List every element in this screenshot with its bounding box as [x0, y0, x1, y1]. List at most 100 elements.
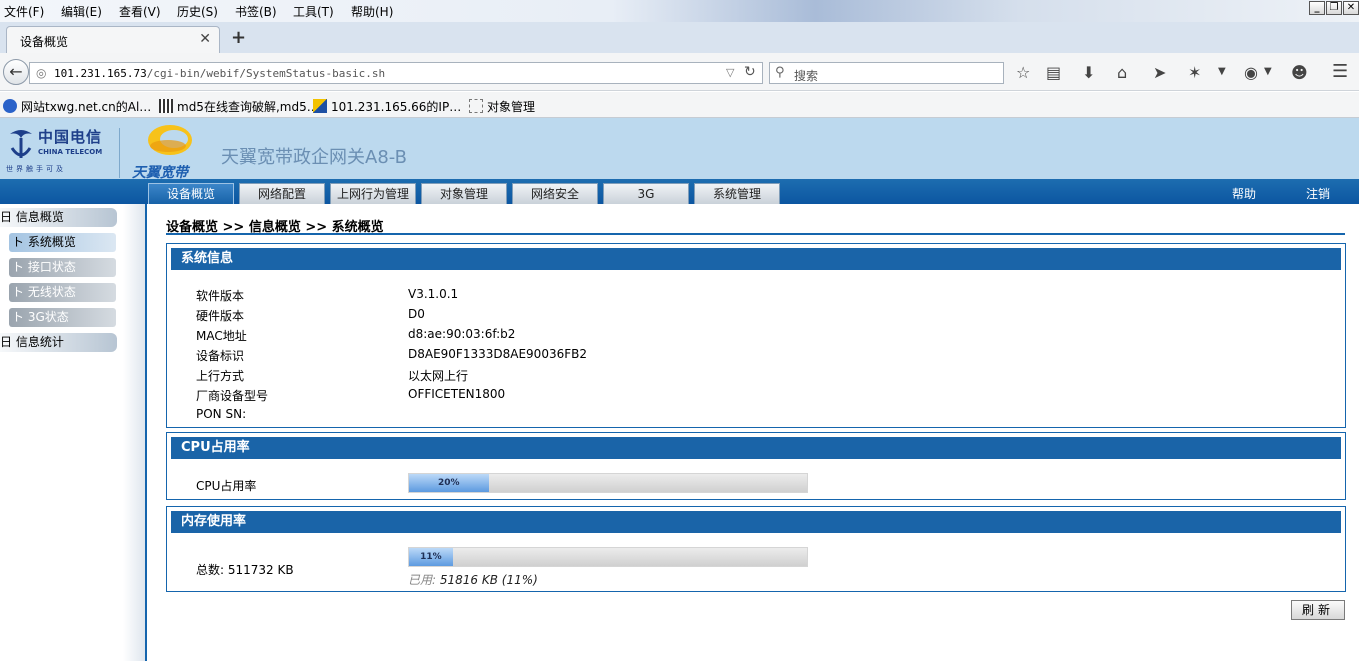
memory-used-value: 51816 KB (11%) — [439, 573, 538, 587]
memory-progress-bar: 11% — [408, 547, 808, 567]
site-info-icon[interactable]: ◎ — [36, 66, 46, 80]
main-nav: 设备概览 网络配置 上网行为管理 对象管理 网络安全 3G 系统管理 帮助 注销 — [0, 179, 1359, 204]
chat-icon[interactable]: ☻ — [1291, 63, 1308, 82]
info-label: PON SN: — [196, 407, 247, 421]
logout-link[interactable]: 注销 — [1306, 185, 1330, 202]
cpu-label: CPU占用率 — [196, 479, 257, 493]
sidebar-gradient — [123, 204, 145, 661]
menu-file[interactable]: 文件(F) — [4, 3, 44, 20]
sidebar-item-wireless-status[interactable]: ト 无线状态 — [9, 283, 116, 302]
search-placeholder: 搜索 — [794, 69, 819, 83]
info-label: 软件版本 — [196, 289, 245, 303]
search-icon: ⚲ — [775, 65, 785, 80]
sidebar-item-interface-status[interactable]: ト 接口状态 — [9, 258, 116, 277]
reading-list-icon[interactable]: ▤ — [1046, 63, 1061, 82]
tab-system-management[interactable]: 系统管理 — [694, 183, 780, 204]
tab-object-management[interactable]: 对象管理 — [421, 183, 507, 204]
tab-network-config[interactable]: 网络配置 — [239, 183, 325, 204]
help-link[interactable]: 帮助 — [1232, 185, 1256, 202]
close-tab-icon[interactable]: ✕ — [199, 31, 211, 47]
info-value: 以太网上行 — [408, 369, 469, 383]
tab-title: 设备概览 — [20, 35, 69, 49]
menu-edit[interactable]: 编辑(E) — [61, 3, 102, 20]
navigation-bar: ← ◎ 101.231.165.73/cgi-bin/webif/SystemS… — [0, 53, 1359, 91]
brand-slogan: 世界触手可及 — [6, 165, 66, 173]
hamburger-menu-icon[interactable]: ☰ — [1332, 61, 1348, 82]
info-value: V3.1.0.1 — [408, 287, 459, 301]
tab-network-security[interactable]: 网络安全 — [512, 183, 598, 204]
privacy-icon[interactable]: ◉ — [1244, 63, 1258, 82]
menu-bookmarks[interactable]: 书签(B) — [235, 3, 277, 20]
back-button[interactable]: ← — [3, 59, 29, 85]
bookmark-favicon-icon — [313, 99, 327, 113]
bookmark-label: 网站txwg.net.cn的Al… — [21, 100, 152, 114]
bookmark-label: 101.231.165.66的IP… — [331, 100, 462, 114]
sidebar: 日 信息概览 ト 系统概览 ト 接口状态 ト 无线状态 ト 3G状态 日 信息统… — [0, 204, 147, 661]
close-window-button[interactable]: ✕ — [1343, 1, 1359, 15]
restore-button[interactable]: ❐ — [1326, 1, 1342, 15]
bookmark-star-icon[interactable]: ☆ — [1016, 63, 1030, 82]
panel-title: CPU占用率 — [171, 437, 1341, 459]
memory-used: 已用: 51816 KB (11%) — [408, 571, 538, 588]
memory-percent-text: 11% — [420, 552, 442, 562]
cpu-percent-text: 20% — [438, 478, 460, 488]
home-icon[interactable]: ⌂ — [1117, 63, 1127, 82]
tab-strip: 设备概览 ✕ + — [0, 22, 1359, 53]
bookmark-label: 对象管理 — [487, 100, 536, 114]
address-bar[interactable]: ◎ 101.231.165.73/cgi-bin/webif/SystemSta… — [29, 62, 763, 84]
menu-tools[interactable]: 工具(T) — [293, 3, 334, 20]
tab-3g[interactable]: 3G — [603, 183, 689, 204]
bookmark-item[interactable]: 对象管理 — [469, 98, 535, 115]
china-telecom-emblem-icon — [10, 130, 32, 158]
sidebar-group-info-overview[interactable]: 日 信息概览 — [0, 208, 117, 227]
tianyi-swirl-icon — [148, 125, 192, 155]
sidebar-group-info-statistics[interactable]: 日 信息统计 — [0, 333, 117, 352]
bookmark-label: md5在线查询破解,md5… — [177, 100, 319, 114]
info-value: D8AE90F1333D8AE90036FB2 — [408, 347, 587, 361]
extension-dropdown-icon[interactable]: ▼ — [1218, 66, 1226, 77]
info-label: 设备标识 — [196, 349, 245, 363]
url-dropdown-icon[interactable]: ▽ — [726, 66, 734, 79]
cpu-progress-bar: 20% — [408, 473, 808, 493]
bookmark-item[interactable]: 101.231.165.66的IP… — [313, 98, 461, 115]
bookmark-favicon-icon — [159, 99, 173, 113]
sidebar-item-3g-status[interactable]: ト 3G状态 — [9, 308, 116, 327]
send-icon[interactable]: ➤ — [1153, 63, 1166, 82]
menu-history[interactable]: 历史(S) — [177, 3, 218, 20]
banner-divider — [119, 128, 120, 178]
back-arrow-icon: ← — [9, 62, 23, 81]
info-value: d8:ae:90:03:6f:b2 — [408, 327, 516, 341]
info-label: MAC地址 — [196, 329, 247, 343]
new-tab-button[interactable]: + — [231, 27, 246, 48]
panel-title: 系统信息 — [171, 248, 1341, 270]
info-label: 厂商设备型号 — [196, 389, 269, 403]
tab-device-overview[interactable]: 设备概览 — [148, 183, 234, 204]
minimize-button[interactable]: _ — [1309, 1, 1325, 15]
brand-en: CHINA TELECOM — [38, 148, 103, 156]
url-text: 101.231.165.73/cgi-bin/webif/SystemStatu… — [54, 67, 385, 80]
reload-icon[interactable]: ↻ — [744, 64, 756, 80]
cpu-panel: CPU占用率 CPU占用率 20% — [166, 432, 1346, 500]
sidebar-item-system-overview[interactable]: ト 系统概览 — [9, 233, 116, 252]
bookmark-item[interactable]: md5在线查询破解,md5… — [159, 98, 319, 115]
browser-tab[interactable]: 设备概览 ✕ — [6, 26, 220, 53]
menu-view[interactable]: 查看(V) — [119, 3, 161, 20]
privacy-dropdown-icon[interactable]: ▼ — [1264, 66, 1272, 77]
bookmark-item[interactable]: 网站txwg.net.cn的Al… — [3, 98, 151, 115]
bookmarks-bar: 网站txwg.net.cn的Al… md5在线查询破解,md5… 101.231… — [0, 92, 1359, 118]
menu-help[interactable]: 帮助(H) — [351, 3, 393, 20]
router-page: 中国电信 CHINA TELECOM 世界触手可及 天翼宽带 天翼宽带政企网关A… — [0, 118, 1359, 661]
info-value: D0 — [408, 307, 425, 321]
memory-panel: 内存使用率 总数: 511732 KB 11% 已用: 51816 KB (11… — [166, 506, 1346, 592]
china-telecom-logo: 中国电信 CHINA TELECOM 世界触手可及 — [0, 118, 118, 179]
bookmark-favicon-icon — [3, 99, 17, 113]
download-icon[interactable]: ⬇ — [1082, 63, 1095, 82]
breadcrumb-divider — [166, 233, 1345, 235]
search-box[interactable]: ⚲ 搜索 — [769, 62, 1004, 84]
system-info-panel: 系统信息 软件版本 V3.1.0.1 硬件版本 D0 MAC地址 d8:ae:9… — [166, 243, 1346, 428]
memory-used-label: 已用: — [408, 573, 437, 587]
extension-icon[interactable]: ✶ — [1188, 63, 1201, 82]
refresh-button[interactable]: 刷新 — [1291, 600, 1345, 620]
info-label: 硬件版本 — [196, 309, 245, 323]
tab-behavior-management[interactable]: 上网行为管理 — [330, 183, 416, 204]
